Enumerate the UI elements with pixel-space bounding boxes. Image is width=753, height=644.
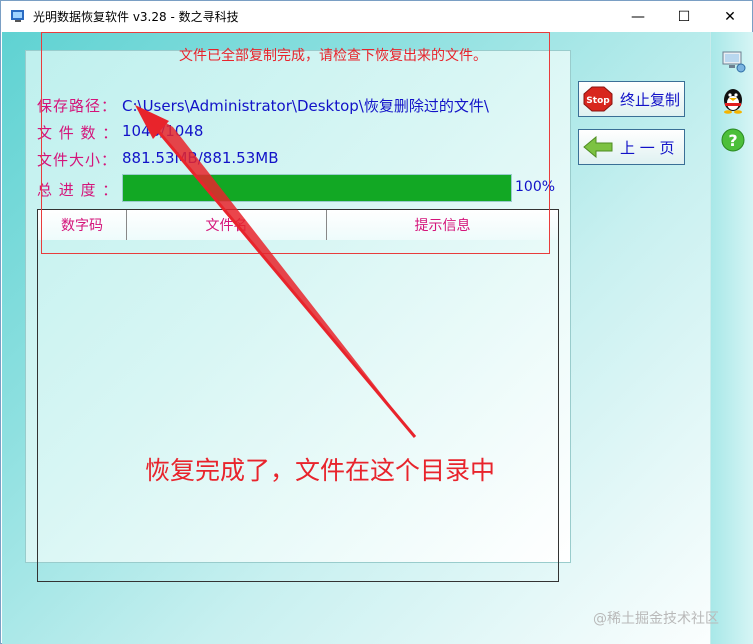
title-bar[interactable]: 光明数据恢复软件 v3.28 - 数之寻科技 — ☐ ✕: [1, 1, 752, 32]
previous-page-button[interactable]: 上 一 页: [578, 129, 685, 165]
app-window: 光明数据恢复软件 v3.28 - 数之寻科技 — ☐ ✕ ? 保存路径： C:\…: [0, 0, 753, 644]
stop-copy-button[interactable]: Stop 终止复制: [578, 81, 685, 117]
help-icon[interactable]: ?: [719, 126, 747, 154]
stop-icon: Stop: [582, 85, 614, 113]
svg-text:?: ?: [728, 131, 737, 150]
file-list-table[interactable]: 数字码 文件名 提示信息: [37, 209, 559, 582]
close-button[interactable]: ✕: [707, 1, 753, 32]
maximize-button[interactable]: ☐: [661, 1, 707, 32]
qq-penguin-icon[interactable]: [719, 86, 747, 114]
window-title: 光明数据恢复软件 v3.28 - 数之寻科技: [33, 10, 239, 24]
arrow-left-icon: [582, 133, 614, 161]
minimize-icon: —: [631, 8, 645, 25]
svg-text:Stop: Stop: [586, 96, 610, 106]
app-icon: [10, 8, 26, 24]
maximize-icon: ☐: [677, 8, 691, 25]
side-toolbar: ?: [710, 32, 753, 644]
watermark: @稀土掘金技术社区: [593, 611, 719, 627]
stop-copy-label: 终止复制: [620, 90, 681, 109]
network-computer-icon[interactable]: [719, 46, 747, 74]
annotation-note: 恢复完成了，文件在这个目录中: [145, 456, 496, 485]
completion-message: 文件已全部复制完成，请检查下恢复出来的文件。: [179, 48, 487, 64]
close-icon: ✕: [724, 8, 736, 25]
previous-page-label: 上 一 页: [620, 138, 675, 157]
minimize-button[interactable]: —: [615, 1, 661, 32]
annotation-box: [41, 32, 550, 254]
